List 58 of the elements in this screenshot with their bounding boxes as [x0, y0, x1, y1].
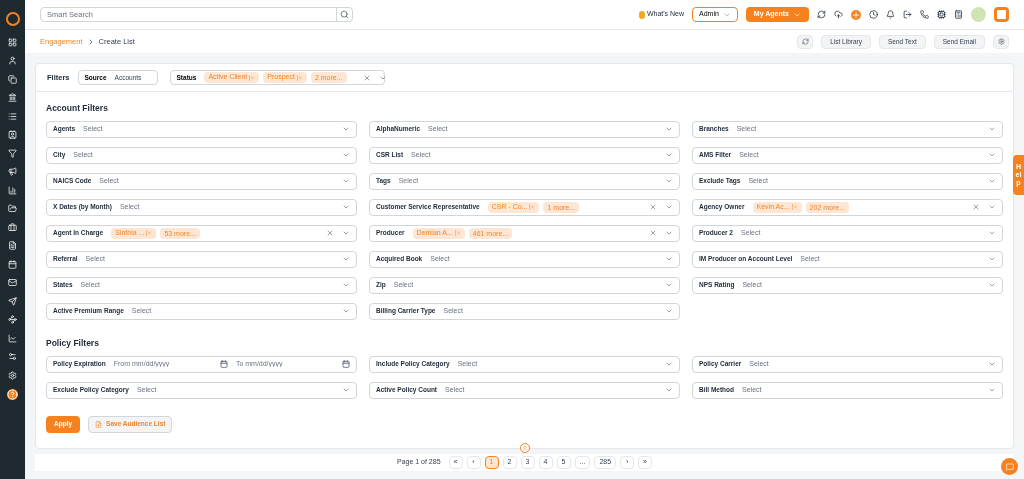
toolbar-icon[interactable] [920, 10, 929, 19]
nav-icon[interactable] [8, 241, 17, 250]
remove-icon[interactable] [296, 74, 303, 81]
nav-icon[interactable] [8, 130, 17, 139]
nav-icon[interactable] [8, 222, 17, 232]
logo-icon[interactable] [5, 12, 20, 26]
remove-icon[interactable] [454, 230, 461, 237]
nav-icon[interactable] [8, 56, 17, 65]
nav-icon[interactable] [8, 315, 17, 324]
clear-icon[interactable] [972, 203, 980, 212]
chevron-down-icon[interactable] [988, 360, 996, 368]
nav-icon[interactable] [8, 370, 17, 380]
app-logo[interactable] [994, 7, 1009, 22]
nav-icon[interactable] [8, 111, 17, 121]
refresh-icon [801, 38, 809, 45]
clear-icon[interactable] [362, 73, 371, 82]
nav-icon[interactable] [8, 93, 17, 102]
nav-icon[interactable] [8, 167, 17, 176]
nav-icon[interactable] [8, 278, 17, 287]
nav-icon[interactable] [8, 259, 17, 269]
help-icon[interactable] [7, 389, 18, 400]
toolbar-icon[interactable] [886, 10, 895, 19]
calendar-icon[interactable] [342, 360, 350, 368]
section-title: Account Filters [46, 102, 109, 115]
toolbar-icon[interactable] [937, 10, 946, 19]
remove-icon[interactable] [529, 204, 536, 211]
toolbar-icon[interactable] [834, 10, 843, 19]
chat-icon [1005, 462, 1014, 471]
remove-icon[interactable] [791, 204, 798, 211]
toolbar-icon[interactable] [817, 10, 826, 19]
clear-icon[interactable] [326, 229, 334, 238]
nav-icon[interactable] [8, 185, 17, 195]
remove-icon[interactable] [249, 74, 256, 81]
nav-icon[interactable] [8, 74, 17, 84]
nav-icon[interactable] [8, 296, 17, 306]
chevron-down-icon[interactable] [665, 386, 673, 394]
refresh-button[interactable] [797, 34, 814, 49]
nav-icon[interactable] [8, 37, 17, 47]
chevron-down-icon[interactable] [988, 386, 996, 394]
avatar[interactable] [971, 7, 986, 22]
clear-icon[interactable] [649, 229, 657, 238]
chat-button[interactable] [1001, 458, 1018, 475]
chevron-down-icon[interactable] [342, 386, 350, 394]
toolbar-icon[interactable] [954, 10, 963, 19]
settings-button[interactable] [993, 34, 1009, 49]
clear-icon[interactable] [649, 203, 657, 212]
nav-icon[interactable] [8, 204, 17, 213]
remove-icon[interactable] [146, 230, 153, 237]
toolbar-icon[interactable] [869, 10, 878, 19]
section-title: Policy Filters [46, 336, 100, 350]
nav-icon[interactable] [8, 148, 17, 158]
collapse-icon[interactable] [519, 443, 530, 453]
chevron-down-icon[interactable] [665, 360, 673, 368]
toolbar-icon[interactable] [903, 10, 912, 19]
nav-icon[interactable] [8, 352, 17, 361]
calendar-icon[interactable] [219, 360, 228, 368]
file-plus-icon [95, 420, 103, 428]
add-icon[interactable] [851, 9, 861, 20]
